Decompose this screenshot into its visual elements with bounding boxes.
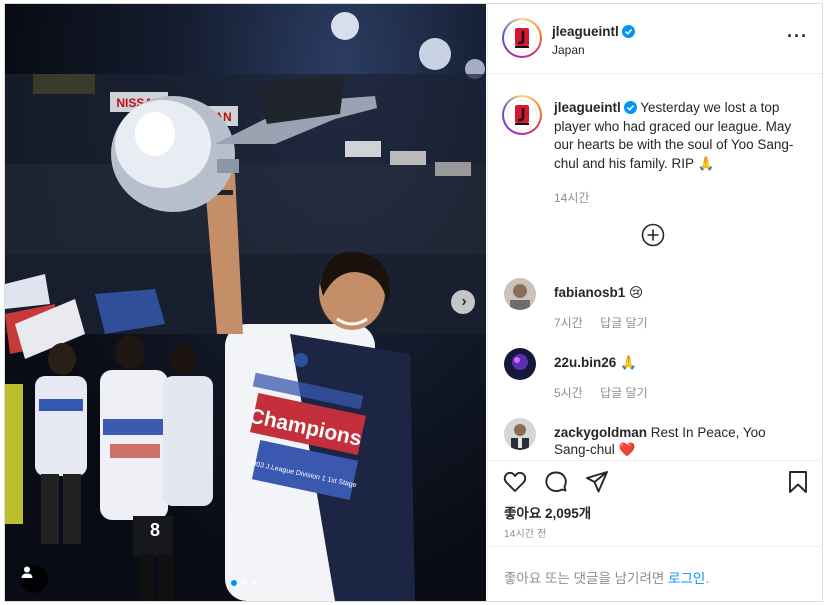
jleague-logo-icon xyxy=(515,105,529,125)
post-actions: 좋아요 2,095개 14시간 전 xyxy=(488,460,823,545)
post-header: jleagueintl Japan ··· xyxy=(488,4,822,74)
author-avatar[interactable] xyxy=(502,18,542,58)
bookmark-icon[interactable] xyxy=(785,469,811,495)
share-icon[interactable] xyxy=(584,469,610,495)
comments-section: jleagueintl Yesterday we lost a top play… xyxy=(488,75,823,460)
post-timestamp[interactable]: 14시간 전 xyxy=(504,525,547,540)
caption-avatar[interactable] xyxy=(502,95,542,135)
caption-time[interactable]: 14시간 xyxy=(554,189,589,206)
login-prompt: 좋아요 또는 댓글을 남기려면 로그인. xyxy=(504,567,709,587)
carousel-dot-active xyxy=(231,580,237,586)
reply-button[interactable]: 답글 달기 xyxy=(600,386,648,400)
chevron-right-icon: › xyxy=(461,293,467,310)
post-side-panel: jleagueintl Japan ··· jleagueintl Yester… xyxy=(487,4,823,601)
likes-count[interactable]: 좋아요 2,095개 xyxy=(504,502,591,522)
user-tag-icon xyxy=(21,566,33,578)
caption-text-block: jleagueintl Yesterday we lost a top play… xyxy=(554,99,804,173)
comment-avatar[interactable] xyxy=(504,418,536,450)
comment-username[interactable]: 22u.bin26 xyxy=(554,355,616,370)
author-username[interactable]: jleagueintl xyxy=(552,24,635,39)
reply-button[interactable]: 답글 달기 xyxy=(600,316,648,330)
comment-time[interactable]: 7시간 xyxy=(554,316,583,330)
verified-icon xyxy=(621,25,635,38)
post-location[interactable]: Japan xyxy=(552,43,585,57)
comment-meta: 7시간 답글 달기 xyxy=(554,314,662,331)
more-options-button[interactable]: ··· xyxy=(787,26,808,47)
jleague-logo-icon xyxy=(515,28,529,48)
comment-text: 😢 xyxy=(629,285,644,300)
verified-icon xyxy=(623,101,637,114)
login-link[interactable]: 로그인 xyxy=(668,571,705,586)
login-prompt-bar: 좋아요 또는 댓글을 남기려면 로그인. xyxy=(488,546,823,601)
comment-avatar[interactable] xyxy=(504,348,536,380)
heart-icon[interactable] xyxy=(502,469,528,495)
comment-username[interactable]: zackygoldman xyxy=(554,425,647,440)
plus-circle-icon[interactable] xyxy=(641,223,665,247)
post-photo: NISSAN NISSAN 8 xyxy=(5,4,486,601)
comment-avatar[interactable] xyxy=(504,278,536,310)
comment-username[interactable]: fabianosb1 xyxy=(554,285,625,300)
next-photo-button[interactable]: › xyxy=(451,290,475,314)
user-tag-button[interactable] xyxy=(20,565,48,593)
post-modal: NISSAN NISSAN 8 xyxy=(4,3,823,602)
carousel-dot xyxy=(241,580,247,586)
author-username-text[interactable]: jleagueintl xyxy=(552,24,619,39)
photo-illustration: NISSAN NISSAN 8 xyxy=(5,12,486,601)
more-icon: ··· xyxy=(787,26,808,46)
carousel-dot xyxy=(251,580,257,586)
login-prompt-text: 좋아요 또는 댓글을 남기려면 xyxy=(504,571,669,586)
login-prompt-suffix: . xyxy=(705,571,710,586)
comment-body: 22u.bin26 🙏 xyxy=(554,354,804,371)
carousel-indicator xyxy=(231,580,257,586)
comment-body: fabianosb1 😢 xyxy=(554,284,804,301)
comment-time[interactable]: 5시간 xyxy=(554,386,583,400)
comment-body: zackygoldman Rest In Peace, Yoo Sang-chu… xyxy=(554,424,804,458)
comment-icon[interactable] xyxy=(543,469,569,495)
comment-meta: 5시간 답글 달기 xyxy=(554,384,662,401)
caption-username[interactable]: jleagueintl xyxy=(554,100,621,115)
player-number: 8 xyxy=(150,520,160,540)
comment-text: 🙏 xyxy=(620,355,637,370)
